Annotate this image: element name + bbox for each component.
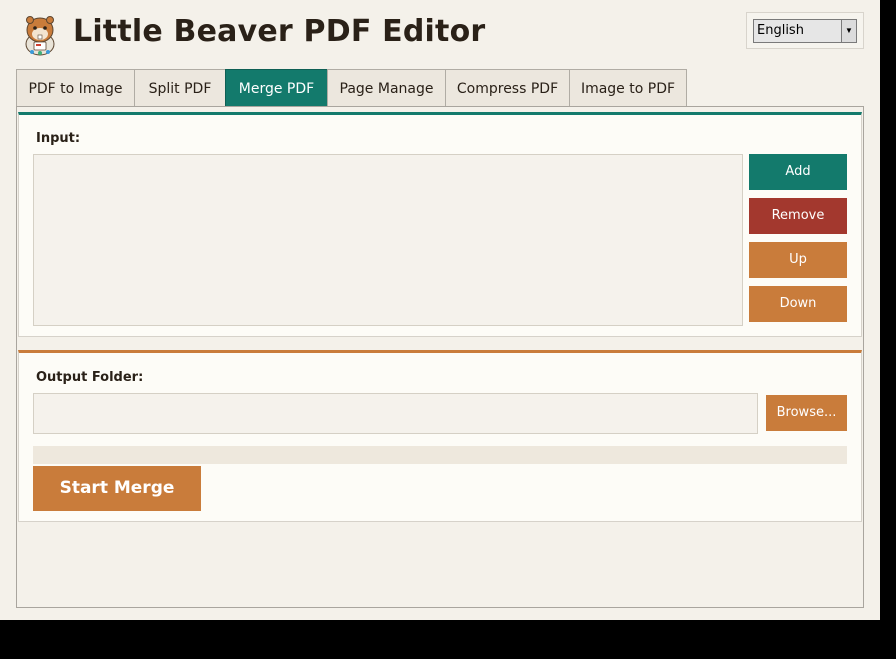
tab-merge-pdf[interactable]: Merge PDF	[225, 69, 328, 107]
app-window: Little Beaver PDF Editor English ▼ PDF t…	[0, 0, 880, 620]
dropdown-arrow-icon[interactable]: ▼	[841, 20, 856, 42]
remove-button[interactable]: Remove	[749, 198, 847, 234]
output-folder-label: Output Folder:	[36, 370, 144, 385]
app-title: Little Beaver PDF Editor	[73, 14, 486, 49]
add-button[interactable]: Add	[749, 154, 847, 190]
language-selector-container: English ▼	[746, 12, 864, 49]
input-file-list[interactable]	[33, 154, 743, 326]
beaver-logo-icon	[20, 12, 60, 56]
start-merge-button[interactable]: Start Merge	[33, 466, 201, 511]
tab-compress-pdf[interactable]: Compress PDF	[445, 69, 570, 107]
move-down-button[interactable]: Down	[749, 286, 847, 322]
language-selected-value: English	[757, 23, 804, 38]
tab-page-manage[interactable]: Page Manage	[327, 69, 446, 107]
language-select[interactable]: English ▼	[753, 19, 857, 43]
browse-button[interactable]: Browse...	[766, 395, 847, 431]
input-label: Input:	[36, 131, 81, 146]
tab-split-pdf[interactable]: Split PDF	[134, 69, 226, 107]
progress-bar	[33, 446, 847, 464]
output-folder-input[interactable]	[33, 393, 758, 434]
tab-image-to-pdf[interactable]: Image to PDF	[569, 69, 687, 107]
tab-pdf-to-image[interactable]: PDF to Image	[16, 69, 135, 107]
move-up-button[interactable]: Up	[749, 242, 847, 278]
